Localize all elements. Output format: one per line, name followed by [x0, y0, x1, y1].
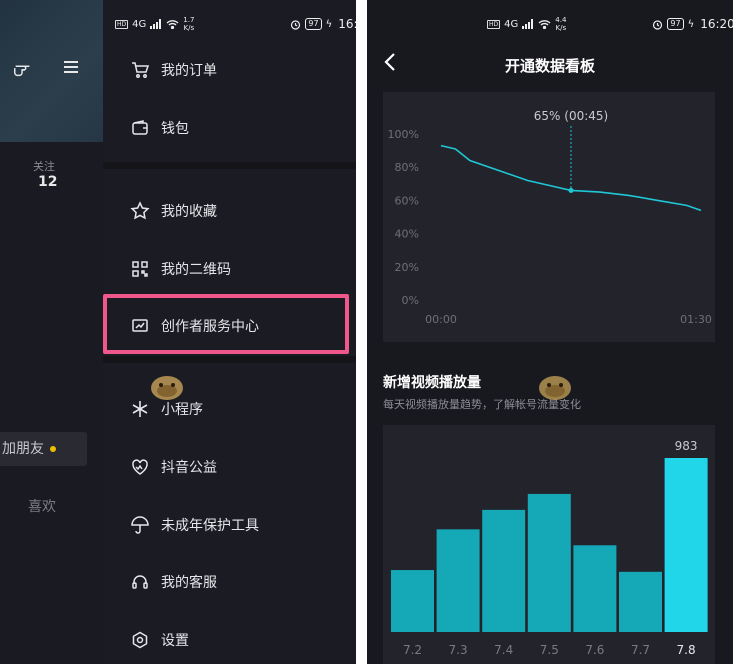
add-friend-label: 加朋友 — [2, 441, 44, 457]
bar — [664, 458, 708, 632]
left-phone-screen: 关注 12 加朋友 喜欢 HD 4G 1.7K/s 97 ϟ 16:20 我的订… — [0, 0, 356, 664]
signal-icon — [150, 19, 162, 29]
wifi-icon — [538, 20, 551, 29]
bar-value-label: 983 — [675, 439, 698, 453]
clock: 16:20 — [700, 17, 733, 31]
wallet-icon — [130, 118, 150, 138]
daily-views-bar-chart: 7.2 7.3 7.4 7.5 7.6 7.7 7.8 983 — [383, 425, 715, 664]
x-tick-label: 7.4 — [494, 643, 513, 657]
menu-item-qrcode[interactable]: 我的二维码 — [130, 259, 231, 279]
battery-level: 97 — [667, 18, 684, 30]
menu-item-label: 设置 — [161, 633, 189, 649]
net-speed: 1.7 K/s — [183, 16, 195, 32]
menu-item-minor-protection[interactable]: 未成年保护工具 — [130, 515, 259, 535]
line-chart-svg: 100% 80% 60% 40% 20% 0% 00:00 01:30 65% (00:45) — [388, 109, 712, 326]
heart-icon — [130, 457, 150, 477]
annotation-point — [568, 187, 574, 193]
hd-icon: HD — [487, 19, 501, 29]
x-tick-label: 7.7 — [631, 643, 650, 657]
charging-icon: ϟ — [687, 18, 695, 30]
follow-count[interactable]: 12 — [38, 174, 57, 190]
network-type: 4G — [132, 18, 147, 30]
right-phone-screen: HD 4G 4.4 K/s 97 ϟ 16:20 开通数据看板 100% 80% 60… — [367, 0, 733, 664]
x-tick-label: 7.8 — [677, 643, 696, 657]
headset-icon — [130, 572, 150, 592]
menu-item-label: 创作者服务中心 — [161, 319, 259, 335]
menu-item-wallet[interactable]: 钱包 — [130, 118, 189, 138]
side-drawer: HD 4G 1.7K/s 97 ϟ 16:20 我的订单 钱包 — [103, 0, 356, 664]
retention-line-chart: 100% 80% 60% 40% 20% 0% 00:00 01:30 65% (00:45) — [383, 92, 715, 342]
hand-pointer-icon[interactable] — [12, 58, 34, 85]
y-tick-label: 80% — [395, 161, 419, 174]
network-type: 4G — [504, 18, 519, 30]
umbrella-icon — [130, 515, 150, 535]
menu-item-orders[interactable]: 我的订单 — [130, 60, 217, 80]
menu-item-label: 我的订单 — [161, 63, 217, 79]
clock: 16:20 — [338, 17, 356, 31]
x-tick-label: 01:30 — [680, 313, 712, 326]
bar — [391, 570, 434, 632]
add-friend-button[interactable]: 加朋友 — [0, 432, 87, 466]
menu-icon[interactable] — [62, 58, 80, 81]
status-bar-left: HD 4G 1.7K/s 97 ϟ 16:20 — [115, 14, 356, 34]
menu-item-charity[interactable]: 抖音公益 — [130, 457, 217, 477]
wifi-icon — [166, 20, 179, 29]
notification-dot — [50, 446, 56, 452]
menu-item-settings[interactable]: 设置 — [130, 630, 189, 650]
menu-item-label: 我的收藏 — [161, 204, 217, 220]
menu-item-label: 未成年保护工具 — [161, 518, 259, 534]
menu-item-favorites[interactable]: 我的收藏 — [130, 201, 217, 221]
menu-item-creator-center[interactable]: 创作者服务中心 — [130, 316, 259, 336]
x-tick-label: 7.2 — [403, 643, 422, 657]
x-tick-label: 00:00 — [425, 313, 457, 326]
profile-stats-panel — [0, 142, 103, 664]
bar-chart-svg: 7.2 7.3 7.4 7.5 7.6 7.7 7.8 983 — [391, 439, 708, 657]
menu-item-customer-service[interactable]: 我的客服 — [130, 572, 217, 592]
y-tick-label: 100% — [388, 128, 419, 141]
mascot-watermark-icon — [539, 376, 571, 400]
qrcode-icon — [130, 259, 150, 279]
star-icon — [130, 201, 150, 221]
signal-icon — [522, 19, 534, 29]
alarm-icon — [291, 19, 301, 30]
cart-icon — [130, 60, 150, 80]
menu-divider — [103, 162, 356, 169]
screenshot-stage: 关注 12 加朋友 喜欢 HD 4G 1.7K/s 97 ϟ 16:20 我的订… — [0, 0, 733, 664]
status-bar-right: HD 4G 4.4 K/s 97 ϟ 16:20 — [487, 14, 733, 34]
alarm-icon — [653, 19, 663, 30]
menu-item-label: 我的客服 — [161, 575, 217, 591]
x-tick-label: 7.6 — [585, 643, 604, 657]
bar — [482, 509, 526, 632]
y-tick-label: 40% — [395, 228, 419, 241]
page-title: 开通数据看板 — [504, 57, 595, 75]
mini-program-icon — [130, 399, 150, 419]
bar-section-title: 新增视频播放量 — [383, 375, 481, 391]
bar — [527, 493, 571, 632]
x-tick-label: 7.5 — [540, 643, 559, 657]
likes-tab[interactable]: 喜欢 — [28, 496, 56, 516]
menu-item-mini-program[interactable]: 小程序 — [130, 399, 203, 419]
battery-level: 97 — [305, 18, 322, 30]
follow-label: 关注 — [33, 160, 55, 173]
y-tick-label: 60% — [395, 194, 419, 207]
settings-icon — [130, 630, 150, 650]
charging-icon: ϟ — [325, 18, 333, 30]
hd-icon: HD — [115, 19, 129, 29]
menu-divider — [103, 356, 356, 363]
bar — [619, 571, 662, 632]
profile-strip: 关注 12 加朋友 喜欢 — [0, 0, 103, 664]
chart-icon — [130, 316, 150, 336]
x-tick-label: 7.3 — [449, 643, 468, 657]
menu-item-label: 小程序 — [161, 402, 203, 418]
y-tick-label: 0% — [402, 294, 419, 307]
menu-item-label: 抖音公益 — [161, 460, 217, 476]
y-tick-label: 20% — [395, 261, 419, 274]
menu-item-label: 钱包 — [161, 121, 189, 137]
bar — [436, 529, 480, 632]
annotation-label: 65% (00:45) — [534, 109, 608, 123]
menu-item-label: 我的二维码 — [161, 262, 231, 278]
net-speed: 4.4 K/s — [555, 16, 567, 32]
bar — [573, 545, 617, 632]
